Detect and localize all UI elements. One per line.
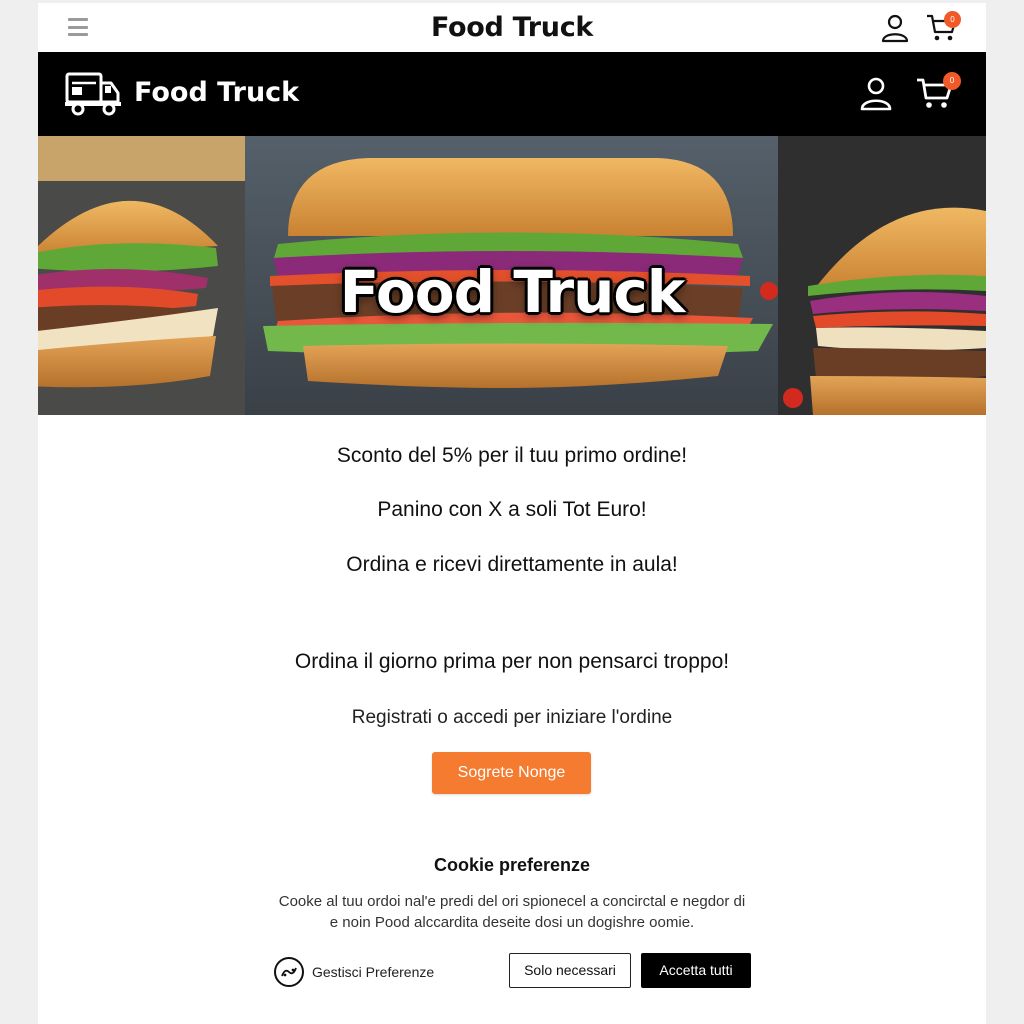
user-icon[interactable] — [880, 13, 910, 43]
top-bar: Food Truck 0 — [38, 3, 986, 52]
register-prompt: Registrati o accedi per iniziare l'ordin… — [351, 707, 673, 728]
navbar: Food Truck 0 — [38, 52, 986, 136]
cookie-title: Cookie preferenze — [433, 855, 591, 875]
cookie-text: Cooke al tuu ordoi nal'e predi del ori s… — [258, 891, 766, 933]
hero-title: Food Truck — [339, 258, 686, 326]
truck-icon — [65, 72, 121, 116]
promo-delivery: Ordina e ricevi direttamente in aula! — [346, 553, 678, 576]
hero-banner: Food Truck — [38, 136, 986, 415]
manage-preferences-label: Gestisci Preferenze — [312, 964, 435, 980]
cart-badge: 0 — [944, 11, 961, 28]
cookie-text-line-2: e noin Pood alccardita deseite dosi un d… — [329, 914, 695, 931]
page: Food Truck 0 Food Truck 0 Food Truck Sco… — [38, 3, 986, 1024]
promo-discount: Sconto del 5% per il tuu primo ordine! — [336, 444, 688, 467]
promo-preorder: Ordina il giorno prima per non pensarci … — [294, 650, 730, 673]
cart-badge: 0 — [943, 72, 961, 90]
cookie-settings-icon — [274, 957, 304, 987]
cookie-text-line-1: Cooke al tuu ordoi nal'e predi del ori s… — [278, 893, 746, 910]
top-title: Food Truck — [430, 12, 594, 43]
brand-name[interactable]: Food Truck — [134, 77, 299, 108]
user-icon[interactable] — [858, 75, 894, 111]
necessary-only-button[interactable]: Solo necessari — [509, 953, 631, 988]
accept-all-button[interactable]: Accetta tutti — [641, 953, 751, 988]
promo-sandwich: Panino con X a soli Tot Euro! — [377, 498, 647, 521]
manage-preferences-button[interactable]: Gestisci Preferenze — [274, 956, 434, 988]
start-order-button[interactable]: Sogrete Nonge — [432, 752, 591, 794]
